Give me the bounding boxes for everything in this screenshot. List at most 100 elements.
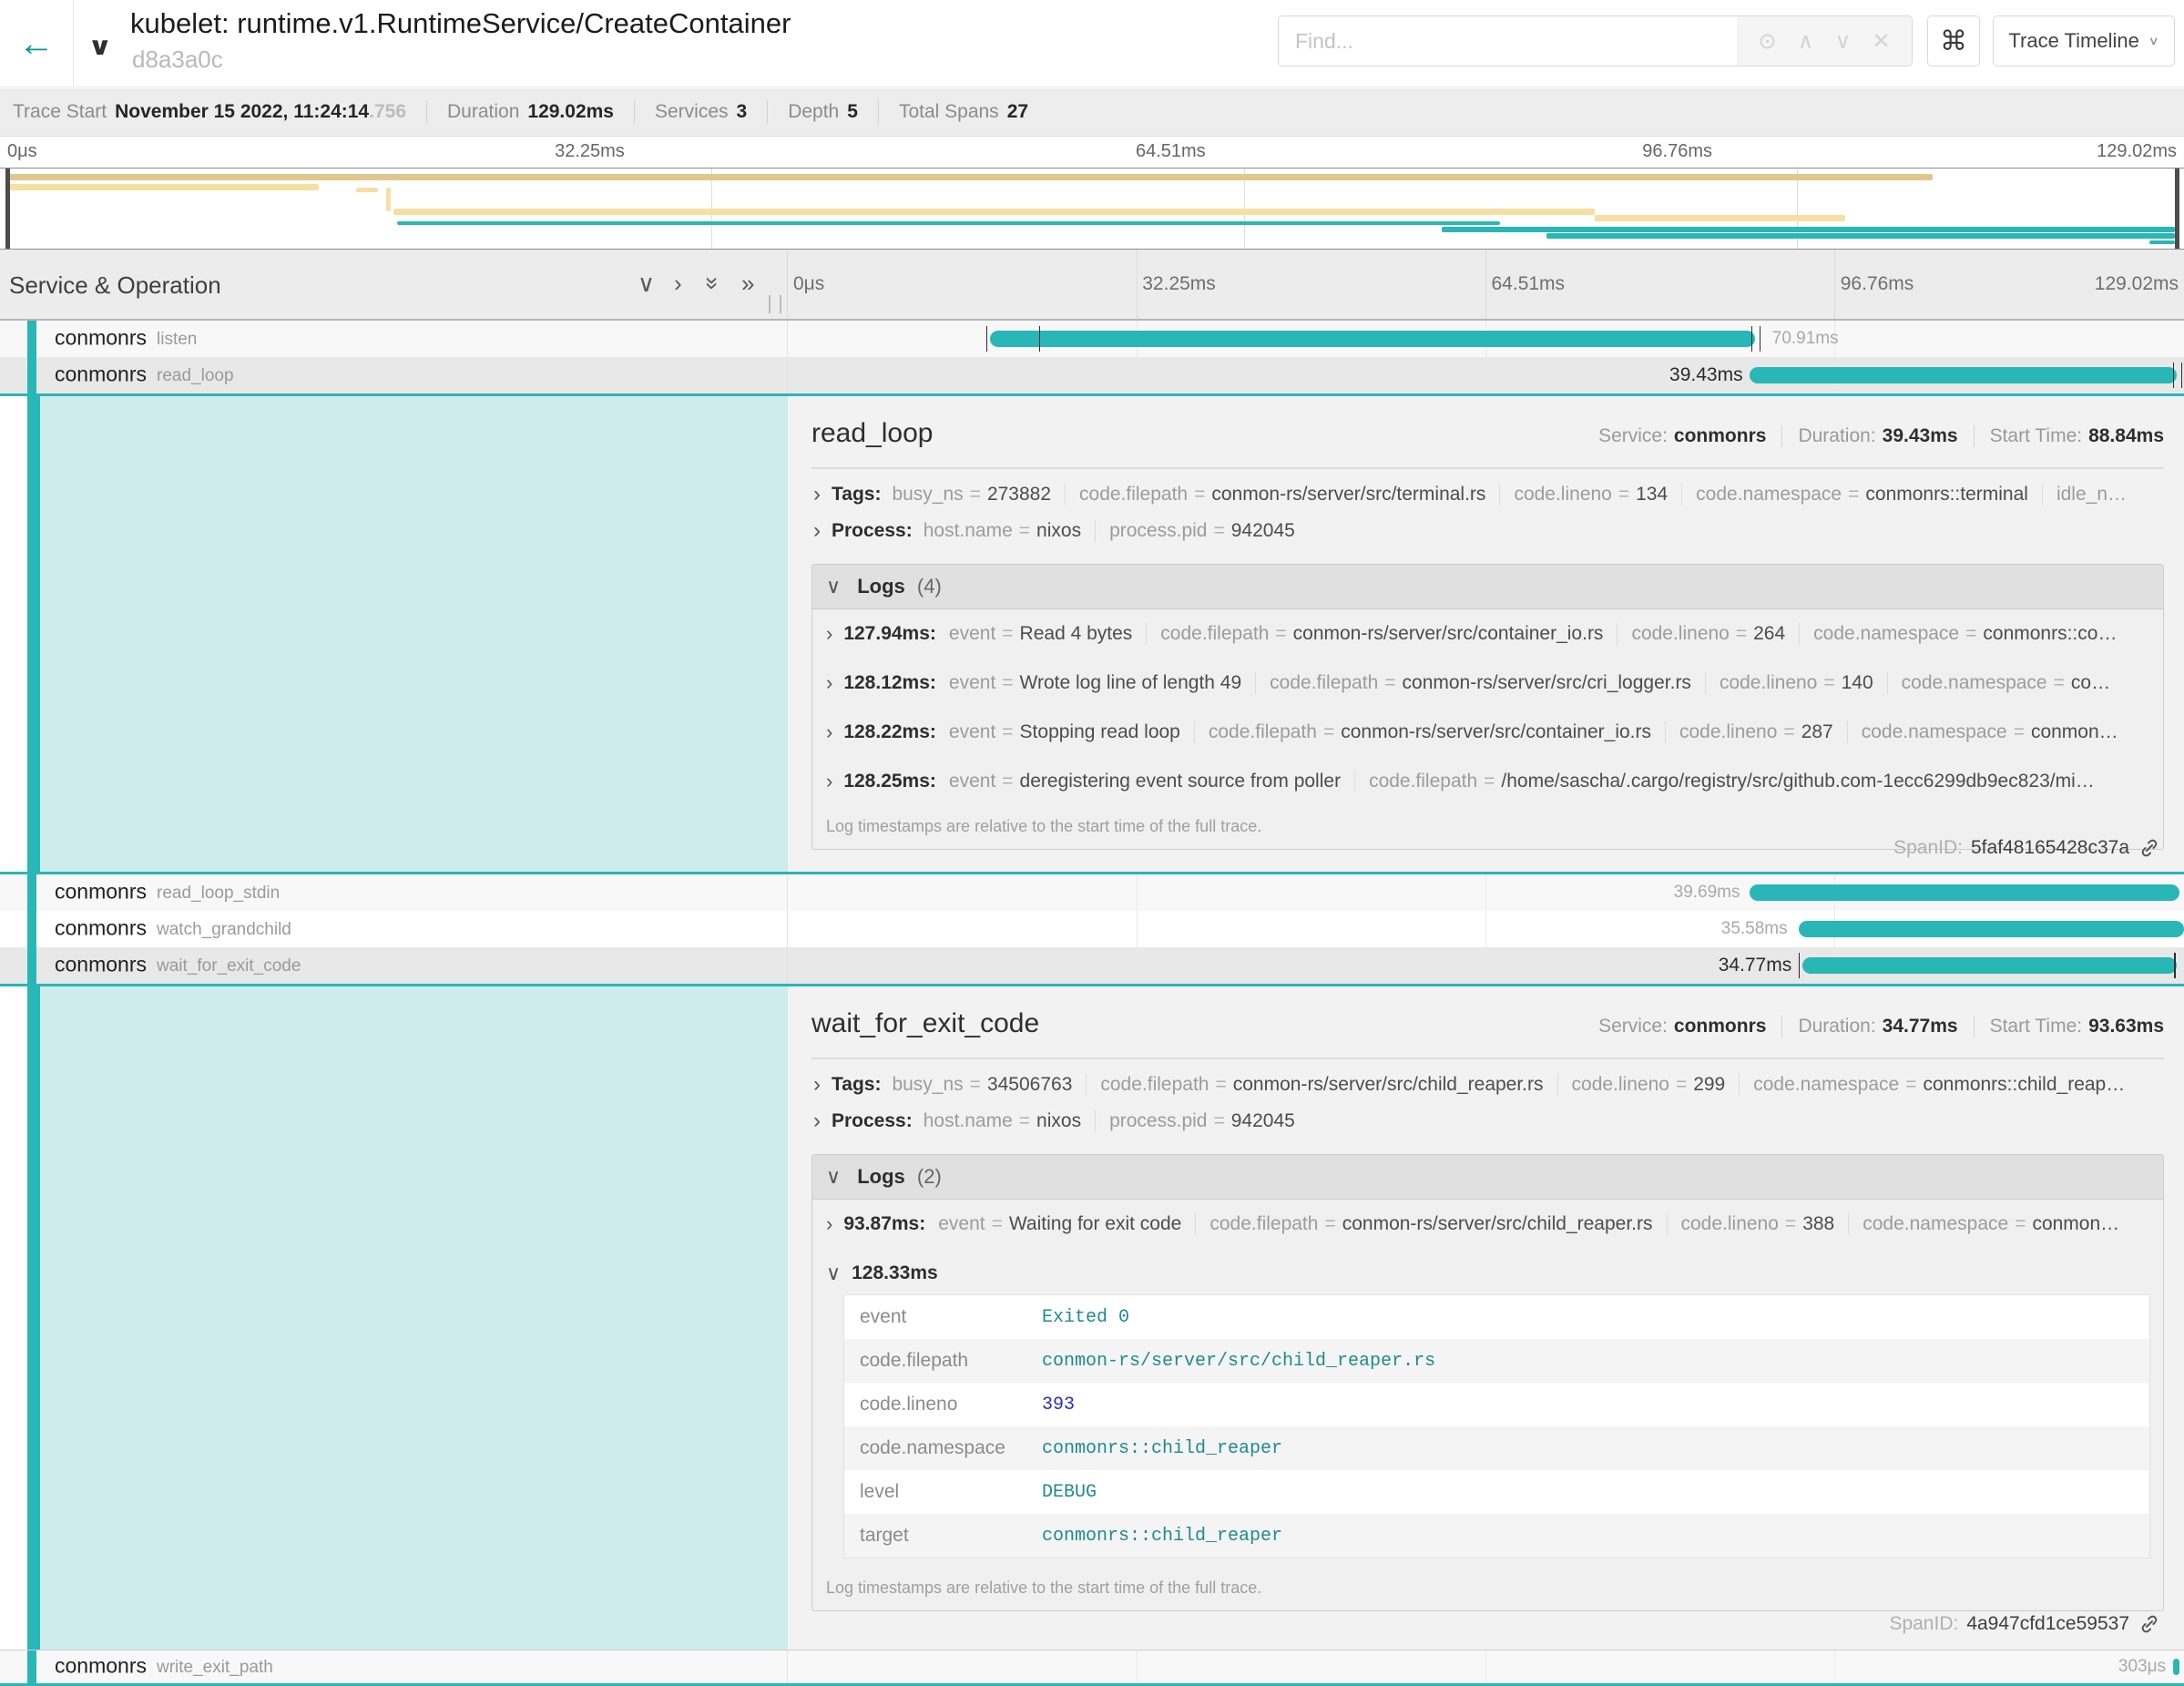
- span-row-write-exit-path[interactable]: conmonrs write_exit_path 303μs: [0, 1650, 2184, 1683]
- minimap-left-handle[interactable]: [5, 169, 10, 249]
- span-duration: 35.58ms: [1721, 919, 1788, 939]
- log-row-expanded[interactable]: ∨ 128.33ms: [812, 1249, 2163, 1291]
- clear-find-icon[interactable]: ✕: [1873, 28, 1891, 55]
- service-name: conmonrs: [55, 915, 147, 940]
- span-row-listen[interactable]: conmonrs listen 70.91ms: [0, 321, 2184, 357]
- copy-link-icon[interactable]: [2138, 837, 2160, 859]
- expand-all-icon[interactable]: »: [741, 271, 754, 295]
- span-timeline-cell[interactable]: 39.69ms: [788, 874, 2184, 911]
- detail-panel: wait_for_exit_code Service:conmonrs Dura…: [788, 986, 2184, 1650]
- service-name: conmonrs: [55, 362, 147, 386]
- span-timeline-cell[interactable]: 303μs: [788, 1650, 2184, 1683]
- minimap-right-handle[interactable]: [2175, 169, 2179, 249]
- span-bar[interactable]: [2173, 1659, 2180, 1675]
- services-value: 3: [737, 101, 748, 123]
- find-bar: ⊙ ∧ ∨ ✕: [1278, 15, 1913, 66]
- expand-one-icon[interactable]: ›: [674, 271, 682, 295]
- chevron-down-icon: ∨: [826, 575, 841, 598]
- span-name-cell[interactable]: conmonrs read_loop_stdin: [0, 874, 788, 911]
- minimap-span: [6, 174, 1933, 180]
- span-name-cell[interactable]: conmonrs write_exit_path: [0, 1650, 788, 1683]
- minimap-tick: 0μs: [7, 141, 37, 162]
- span-timeline-cell[interactable]: 70.91ms: [788, 321, 2184, 357]
- trace-start-value: November 15 2022, 11:24:14: [115, 101, 369, 123]
- tag-value: 134: [1636, 484, 1668, 506]
- span-name-cell[interactable]: conmonrs read_loop: [0, 357, 788, 393]
- logs-note: Log timestamps are relative to the start…: [812, 1568, 2163, 1610]
- tags-row[interactable]: › Tags: busy_ns=34506763 code.filepath=c…: [811, 1074, 2164, 1096]
- logs-header[interactable]: ∨ Logs (2): [812, 1155, 2163, 1200]
- duration-label: Duration:: [1798, 425, 1875, 447]
- span-bar[interactable]: [1750, 367, 2177, 383]
- process-key: process.pid: [1109, 520, 1207, 542]
- collapse-trace-icon[interactable]: ∨: [87, 34, 113, 58]
- tag-key: code.filepath: [1079, 484, 1188, 506]
- span-timeline-cell[interactable]: 39.43ms: [788, 357, 2184, 393]
- table-row: code.namespaceconmonrs::child_reaper: [844, 1426, 2149, 1470]
- span-bar[interactable]: [1750, 884, 2179, 901]
- find-input[interactable]: [1279, 16, 1737, 66]
- span-row-read-loop-stdin[interactable]: conmonrs read_loop_stdin 39.69ms: [0, 874, 2184, 911]
- spanid-value: 5faf48165428c37a: [1971, 837, 2129, 859]
- span-duration: 303μs: [2118, 1657, 2166, 1677]
- copy-link-icon[interactable]: [2138, 1613, 2160, 1635]
- timeline-tick: 129.02ms: [2095, 273, 2179, 295]
- command-icon: ⌘: [1940, 26, 1967, 57]
- total-spans-value: 27: [1007, 101, 1028, 123]
- chevron-right-icon: ›: [813, 1110, 821, 1132]
- focus-match-icon[interactable]: ⊙: [1758, 28, 1776, 55]
- operation-name: write_exit_path: [157, 1658, 273, 1678]
- logs-header[interactable]: ∨ Logs (4): [812, 565, 2163, 609]
- trace-start-label: Trace Start: [13, 101, 107, 123]
- trace-summary-bar: Trace Start November 15 2022, 11:24:14.7…: [0, 88, 2184, 137]
- view-select-label: Trace Timeline: [2008, 29, 2138, 53]
- log-row[interactable]: › 127.94ms: event=Read 4 bytes code.file…: [812, 609, 2163, 659]
- start-time-value: 88.84ms: [2088, 425, 2164, 447]
- operation-name: wait_for_exit_code: [157, 956, 301, 976]
- keyboard-shortcuts-button[interactable]: ⌘: [1927, 15, 1980, 66]
- log-row[interactable]: › 93.87ms: event=Waiting for exit code c…: [812, 1200, 2163, 1249]
- log-row[interactable]: › 128.25ms: event=deregistering event so…: [812, 757, 2163, 806]
- minimap-tick: 96.76ms: [1642, 141, 1712, 162]
- span-bar[interactable]: [990, 331, 1755, 347]
- process-row[interactable]: › Process: host.name=nixos process.pid=9…: [811, 520, 2164, 542]
- span-name-cell[interactable]: conmonrs watch_grandchild: [0, 911, 788, 947]
- chevron-right-icon: ›: [813, 1074, 821, 1096]
- collapse-one-icon[interactable]: ∨: [638, 271, 655, 295]
- span-bar[interactable]: [1799, 921, 2184, 937]
- span-timeline-cell[interactable]: 35.58ms: [788, 911, 2184, 947]
- chevron-down-icon: ∨: [2148, 34, 2159, 48]
- span-row-watch-grandchild[interactable]: conmonrs watch_grandchild 35.58ms: [0, 911, 2184, 947]
- collapse-all-icon[interactable]: »: [701, 277, 725, 290]
- logs-count: (2): [917, 1165, 942, 1188]
- span-name-cell[interactable]: conmonrs wait_for_exit_code: [0, 947, 788, 984]
- span-row-read-loop[interactable]: conmonrs read_loop 39.43ms: [0, 357, 2184, 393]
- service-color-bar: [27, 986, 40, 1650]
- span-timeline-cell[interactable]: 34.77ms: [788, 947, 2184, 984]
- find-tools: ⊙ ∧ ∨ ✕: [1737, 16, 1912, 66]
- minimap-span: [2149, 240, 2176, 244]
- start-time-label: Start Time:: [1990, 425, 2083, 447]
- log-timestamp: 128.22ms:: [843, 721, 936, 743]
- tags-label: Tags:: [832, 484, 881, 506]
- span-name-cell[interactable]: conmonrs listen: [0, 321, 788, 357]
- process-row[interactable]: › Process: host.name=nixos process.pid=9…: [811, 1110, 2164, 1132]
- back-button[interactable]: ←: [0, 0, 74, 87]
- service-label: Service:: [1598, 1016, 1668, 1037]
- spanid-row: SpanID: 4a947cfd1ce59537: [1889, 1613, 2160, 1635]
- minimap-canvas[interactable]: [0, 168, 2184, 250]
- minimap-tick: 64.51ms: [1136, 141, 1206, 162]
- next-match-icon[interactable]: ∨: [1835, 28, 1852, 55]
- timeline-tick: 0μs: [793, 273, 824, 295]
- total-spans-label: Total Spans: [899, 101, 999, 123]
- view-select-button[interactable]: Trace Timeline ∨: [1993, 15, 2175, 66]
- table-row: eventExited 0: [844, 1295, 2149, 1339]
- log-row[interactable]: › 128.22ms: event=Stopping read loop cod…: [812, 708, 2163, 757]
- log-row[interactable]: › 128.12ms: event=Wrote log line of leng…: [812, 659, 2163, 708]
- tags-row[interactable]: › Tags: busy_ns=273882 code.filepath=con…: [811, 484, 2164, 506]
- process-label: Process:: [832, 520, 913, 542]
- column-resizer[interactable]: [769, 295, 781, 313]
- prev-match-icon[interactable]: ∧: [1798, 28, 1814, 55]
- span-bar[interactable]: [1802, 957, 2177, 974]
- span-row-wait-for-exit-code[interactable]: conmonrs wait_for_exit_code 34.77ms: [0, 947, 2184, 984]
